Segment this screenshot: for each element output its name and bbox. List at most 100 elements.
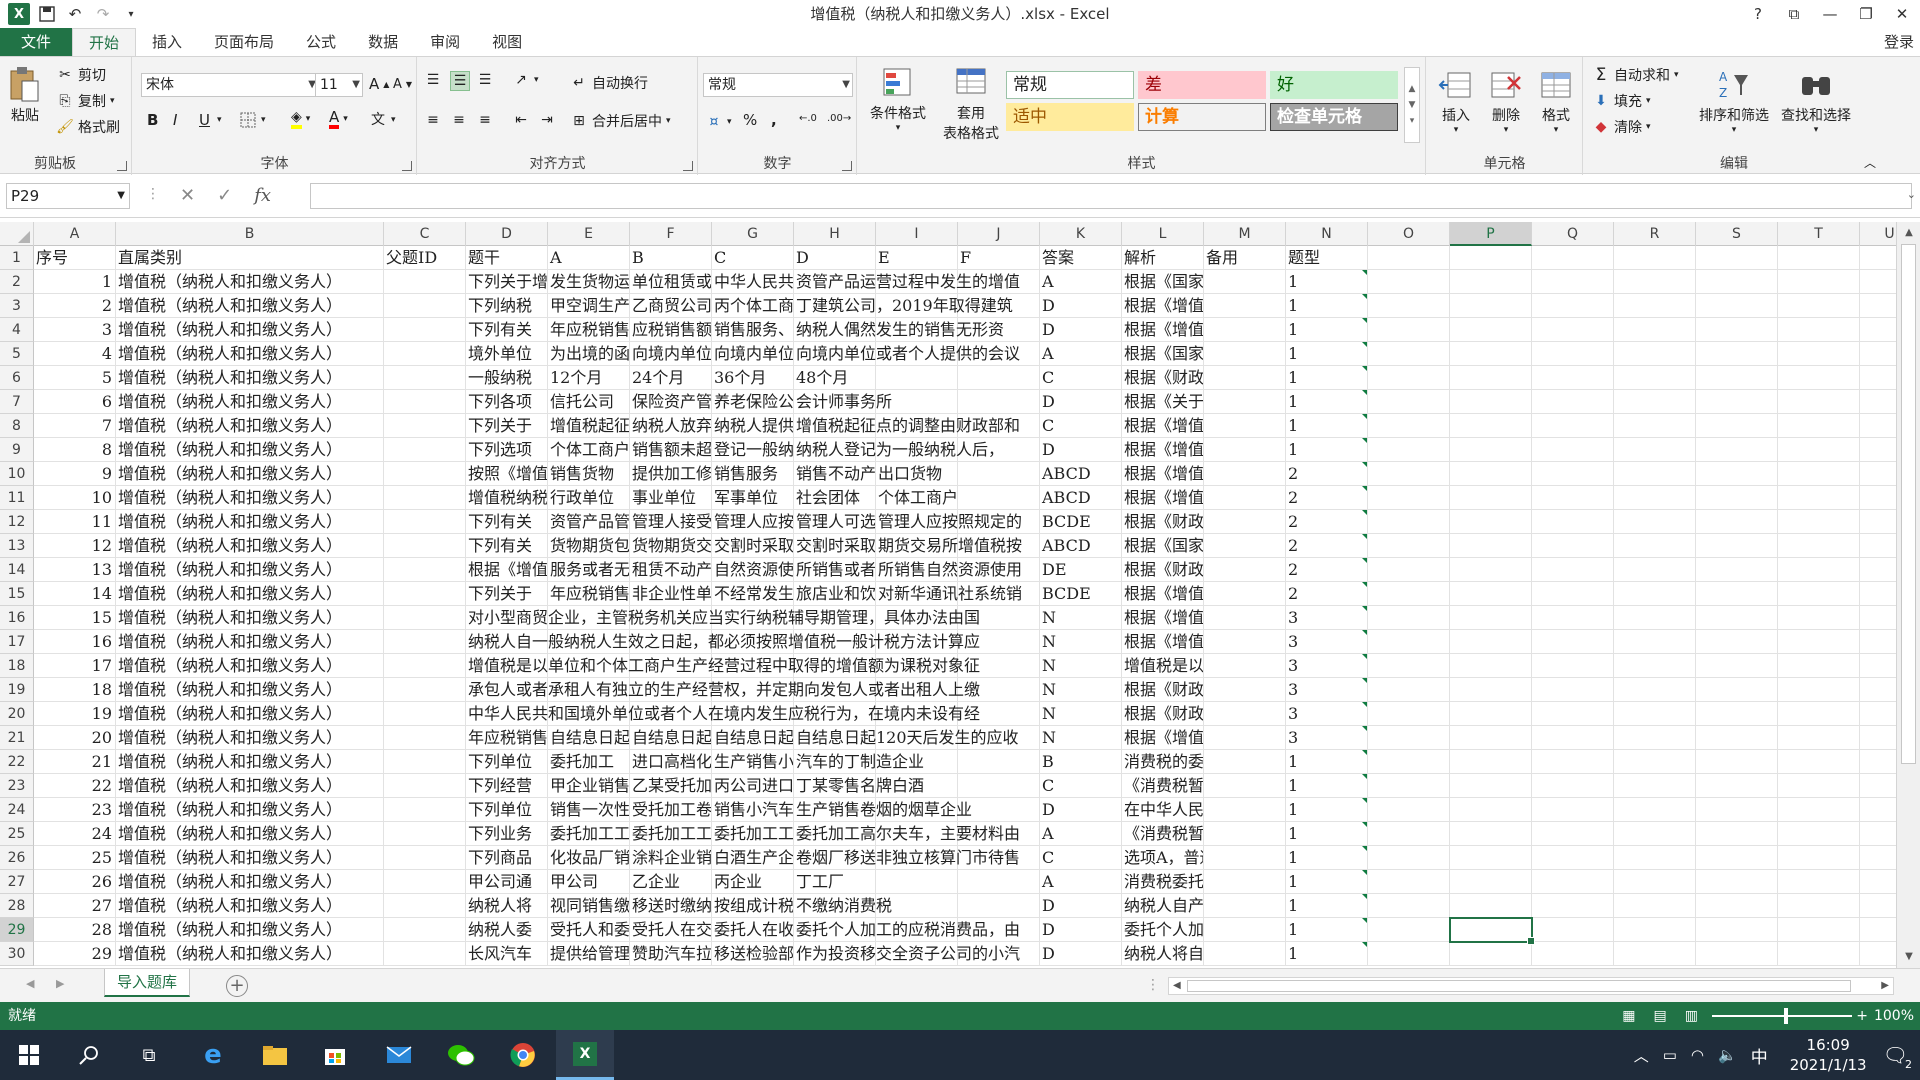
row-header[interactable]: 4 — [0, 318, 34, 342]
cell-h27[interactable]: 丁工厂 — [794, 870, 876, 894]
cell-g26[interactable]: 白酒生产企 — [712, 846, 794, 870]
cell-t8[interactable] — [1778, 414, 1860, 438]
cell-d16[interactable]: 对小型商贸企业，主管税务机关应当实行纳税辅导期管理，具体办法由国 — [466, 606, 980, 630]
cell-l17[interactable]: 根据《增值税一般纳 — [1122, 630, 1204, 654]
cell-k28[interactable]: D — [1040, 894, 1122, 918]
cell-c9[interactable] — [384, 438, 466, 462]
row-header[interactable]: 17 — [0, 630, 34, 654]
cell-g21[interactable]: 自结息日起 — [712, 726, 794, 750]
cell-m13[interactable] — [1204, 534, 1286, 558]
cell-b24[interactable]: 增值税（纳税人和扣缴义务人） — [116, 798, 384, 822]
cell-l2[interactable]: 根据《国家税务总局 — [1122, 270, 1204, 294]
column-header-p[interactable]: P — [1450, 222, 1532, 246]
cell-u10[interactable] — [1860, 462, 1896, 486]
cell-u3[interactable] — [1860, 294, 1896, 318]
cell-b23[interactable]: 增值税（纳税人和扣缴义务人） — [116, 774, 384, 798]
cell-f21[interactable]: 自结息日起 — [630, 726, 712, 750]
cell-l27[interactable]: 消费税委托加工业务 — [1122, 870, 1204, 894]
cell-s28[interactable] — [1696, 894, 1778, 918]
zoom-slider[interactable] — [1712, 1008, 1852, 1024]
column-header-n[interactable]: N — [1286, 222, 1368, 246]
cell-s2[interactable] — [1696, 270, 1778, 294]
underline-button[interactable]: U — [199, 111, 210, 129]
cell-d5[interactable]: 境外单位 — [466, 342, 548, 366]
cell-s17[interactable] — [1696, 630, 1778, 654]
row-header[interactable]: 13 — [0, 534, 34, 558]
close-button[interactable]: ✕ — [1884, 0, 1920, 28]
name-box[interactable]: P29 ▼ — [6, 183, 130, 209]
cell-o4[interactable] — [1368, 318, 1450, 342]
cell-c6[interactable] — [384, 366, 466, 390]
cell-d29[interactable]: 纳税人委 — [466, 918, 548, 942]
cell-t3[interactable] — [1778, 294, 1860, 318]
insert-function-icon[interactable]: fx — [254, 185, 271, 206]
cell-a30[interactable]: 29 — [34, 942, 116, 966]
cell-s23[interactable] — [1696, 774, 1778, 798]
cell-r26[interactable] — [1614, 846, 1696, 870]
cell-u20[interactable] — [1860, 702, 1896, 726]
cell-n17[interactable]: 3 — [1286, 630, 1368, 654]
cell-m30[interactable] — [1204, 942, 1286, 966]
cell-h1[interactable]: D — [794, 246, 876, 270]
cell-e26[interactable]: 化妆品厂销 — [548, 846, 630, 870]
cell-e12[interactable]: 资管产品管 — [548, 510, 630, 534]
cell-q3[interactable] — [1532, 294, 1614, 318]
column-header-b[interactable]: B — [116, 222, 384, 246]
cell-r9[interactable] — [1614, 438, 1696, 462]
chevron-down-icon[interactable]: ▾ — [217, 115, 222, 125]
cell-a15[interactable]: 14 — [34, 582, 116, 606]
cell-u14[interactable] — [1860, 558, 1896, 582]
cell-l13[interactable]: 根据《国家税务总局 — [1122, 534, 1204, 558]
row-header[interactable]: 3 — [0, 294, 34, 318]
cell-e13[interactable]: 货物期货包 — [548, 534, 630, 558]
cell-p14[interactable] — [1450, 558, 1532, 582]
cell-g23[interactable]: 丙公司进口 — [712, 774, 794, 798]
cell-t28[interactable] — [1778, 894, 1860, 918]
cell-k30[interactable]: D — [1040, 942, 1122, 966]
cell-u13[interactable] — [1860, 534, 1896, 558]
cell-n25[interactable]: 1 — [1286, 822, 1368, 846]
cell-k11[interactable]: ABCD — [1040, 486, 1122, 510]
cell-p17[interactable] — [1450, 630, 1532, 654]
cell-d24[interactable]: 下列单位 — [466, 798, 548, 822]
merge-center-button[interactable]: ⊞ 合并后居中 ▾ — [570, 111, 670, 131]
cell-u17[interactable] — [1860, 630, 1896, 654]
cell-q11[interactable] — [1532, 486, 1614, 510]
cell-m27[interactable] — [1204, 870, 1286, 894]
row-header[interactable]: 28 — [0, 894, 34, 918]
cell-l3[interactable]: 根据《增值税一般纳 — [1122, 294, 1204, 318]
cell-l12[interactable]: 根据《财政部、国家 — [1122, 510, 1204, 534]
cell-d7[interactable]: 下列各项 — [466, 390, 548, 414]
worksheet-grid[interactable]: ABCDEFGHIJKLMNOPQRSTU 1 序号 直属类别 父题ID 题干 A B C D E… — [0, 222, 1896, 968]
cell-h22[interactable]: 汽车的丁制造企业 — [794, 750, 924, 774]
cell-n2[interactable]: 1 — [1286, 270, 1368, 294]
tab-review[interactable]: 审阅 — [414, 28, 476, 56]
cell-h23[interactable]: 丁某零售名牌白酒 — [794, 774, 924, 798]
row-header[interactable]: 26 — [0, 846, 34, 870]
cell-d30[interactable]: 长风汽车 — [466, 942, 548, 966]
fill-color-button[interactable]: ◈ ▾ — [291, 109, 310, 129]
cell-b15[interactable]: 增值税（纳税人和扣缴义务人） — [116, 582, 384, 606]
cell-e2[interactable]: 发生货物运 — [548, 270, 630, 294]
cell-o23[interactable] — [1368, 774, 1450, 798]
cell-a7[interactable]: 6 — [34, 390, 116, 414]
cell-c20[interactable] — [384, 702, 466, 726]
cell-s1[interactable] — [1696, 246, 1778, 270]
cell-o6[interactable] — [1368, 366, 1450, 390]
cell-g12[interactable]: 管理人应按 — [712, 510, 794, 534]
cell-s4[interactable] — [1696, 318, 1778, 342]
autosum-button[interactable]: Σ 自动求和 ▾ — [1592, 65, 1679, 85]
cell-j22[interactable] — [958, 750, 1040, 774]
cell-k3[interactable]: D — [1040, 294, 1122, 318]
cell-a26[interactable]: 25 — [34, 846, 116, 870]
cell-k24[interactable]: D — [1040, 798, 1122, 822]
page-break-view-icon[interactable]: ▥ — [1685, 1002, 1698, 1030]
cell-u29[interactable] — [1860, 918, 1896, 942]
cell-r15[interactable] — [1614, 582, 1696, 606]
cell-c10[interactable] — [384, 462, 466, 486]
cell-l28[interactable]: 纳税人自产自用的应 — [1122, 894, 1204, 918]
column-header-e[interactable]: E — [548, 222, 630, 246]
cell-p27[interactable] — [1450, 870, 1532, 894]
cell-c11[interactable] — [384, 486, 466, 510]
cell-b6[interactable]: 增值税（纳税人和扣缴义务人） — [116, 366, 384, 390]
